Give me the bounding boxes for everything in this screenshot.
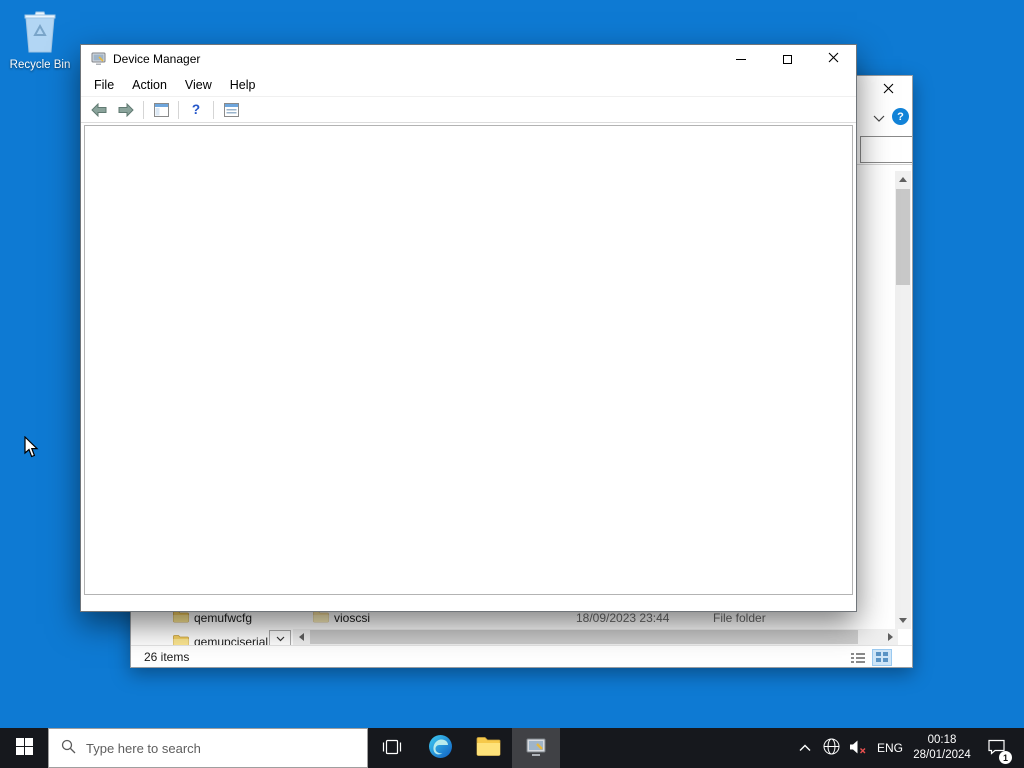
menu-file[interactable]: File: [85, 75, 123, 95]
action-center-button[interactable]: 1: [976, 728, 1016, 768]
desktop: Recycle Bin ? qemufwcfg vioscsi 18/09/20…: [0, 0, 1024, 768]
menu-bar: File Action View Help: [81, 73, 856, 97]
menu-view[interactable]: View: [176, 75, 221, 95]
task-view-icon: [381, 738, 403, 759]
globe-network-icon: [823, 738, 840, 758]
clock[interactable]: 00:18 28/01/2024: [908, 728, 976, 768]
time-label: 00:18: [927, 734, 957, 747]
horizontal-scrollbar-thumb[interactable]: [310, 630, 858, 644]
vertical-scrollbar-thumb[interactable]: [896, 189, 910, 285]
title-bar[interactable]: Device Manager: [81, 45, 856, 73]
menu-action[interactable]: Action: [123, 75, 176, 95]
language-indicator[interactable]: ENG: [872, 728, 908, 768]
console-tree-button[interactable]: [151, 100, 171, 120]
windows-logo-icon: [15, 738, 33, 758]
nav-item-qemufwcfg[interactable]: qemufwcfg: [194, 611, 252, 625]
large-icons-view-button[interactable]: [872, 649, 892, 666]
recycle-bin-label: Recycle Bin: [9, 59, 71, 71]
minimize-button[interactable]: [718, 45, 764, 73]
system-tray: ENG 00:18 28/01/2024 1: [792, 728, 1024, 768]
file-explorer-taskbar-button[interactable]: [464, 728, 512, 768]
tray-overflow-button[interactable]: [792, 728, 818, 768]
explorer-status-bar: 26 items: [131, 645, 912, 667]
scroll-down-arrow-icon[interactable]: [895, 612, 911, 629]
minimize-icon: [736, 58, 746, 60]
menu-help[interactable]: Help: [221, 75, 265, 95]
taskbar: ENG 00:18 28/01/2024 1: [0, 728, 1024, 768]
toolbar-separator: [213, 100, 214, 119]
chevron-up-icon: [799, 741, 811, 755]
scroll-left-arrow-icon[interactable]: [293, 629, 309, 645]
search-input[interactable]: [86, 740, 336, 756]
close-button[interactable]: [810, 45, 856, 73]
recycle-bin-icon: [22, 11, 58, 57]
search-icon: [61, 739, 76, 757]
toolbar-separator: [178, 100, 179, 119]
taskbar-search[interactable]: [48, 728, 368, 768]
explorer-horizontal-scrollbar[interactable]: [293, 629, 898, 645]
close-icon: [883, 83, 894, 97]
folder-icon: [476, 736, 501, 760]
date-label: 28/01/2024: [913, 749, 971, 761]
ribbon-collapse-chevron-icon[interactable]: [873, 111, 885, 125]
explorer-search-box[interactable]: [860, 136, 912, 163]
device-manager-taskbar-button[interactable]: [512, 728, 560, 768]
help-glyph: ?: [897, 110, 904, 123]
properties-button[interactable]: [221, 100, 241, 120]
notification-badge: 1: [999, 751, 1012, 764]
device-manager-icon: [524, 735, 548, 762]
help-button[interactable]: ?: [186, 100, 206, 120]
speaker-muted-icon: [849, 739, 867, 758]
language-label: ENG: [876, 741, 903, 755]
back-button[interactable]: [89, 100, 109, 120]
start-button[interactable]: [0, 728, 48, 768]
file-name: vioscsi: [334, 611, 371, 625]
edge-icon: [428, 734, 453, 762]
explorer-vertical-scrollbar[interactable]: [895, 171, 911, 629]
maximize-button[interactable]: [764, 45, 810, 73]
folder-icon: [173, 610, 189, 626]
window-title: Device Manager: [113, 52, 201, 66]
folder-icon: [313, 610, 329, 626]
help-icon: ?: [191, 102, 201, 117]
task-view-button[interactable]: [368, 728, 416, 768]
close-icon: [828, 52, 839, 66]
explorer-help-button[interactable]: ?: [892, 108, 909, 125]
toolbar-separator: [143, 100, 144, 119]
recycle-bin[interactable]: Recycle Bin: [8, 10, 72, 71]
maximize-icon: [782, 54, 792, 64]
details-view-button[interactable]: [848, 649, 868, 666]
explorer-close-button[interactable]: [870, 78, 906, 102]
forward-button[interactable]: [116, 100, 136, 120]
network-tray-button[interactable]: [818, 728, 844, 768]
mouse-cursor: [24, 435, 39, 462]
device-manager-window: Device Manager File Action View Help ?: [80, 44, 857, 612]
items-count: 26 items: [144, 649, 190, 664]
toolbar: ?: [81, 97, 856, 123]
device-manager-icon: [91, 52, 106, 66]
scroll-right-arrow-icon[interactable]: [882, 629, 898, 645]
scroll-up-arrow-icon[interactable]: [895, 171, 911, 188]
device-tree-pane[interactable]: [84, 125, 853, 595]
volume-tray-button[interactable]: [844, 728, 872, 768]
edge-taskbar-button[interactable]: [416, 728, 464, 768]
